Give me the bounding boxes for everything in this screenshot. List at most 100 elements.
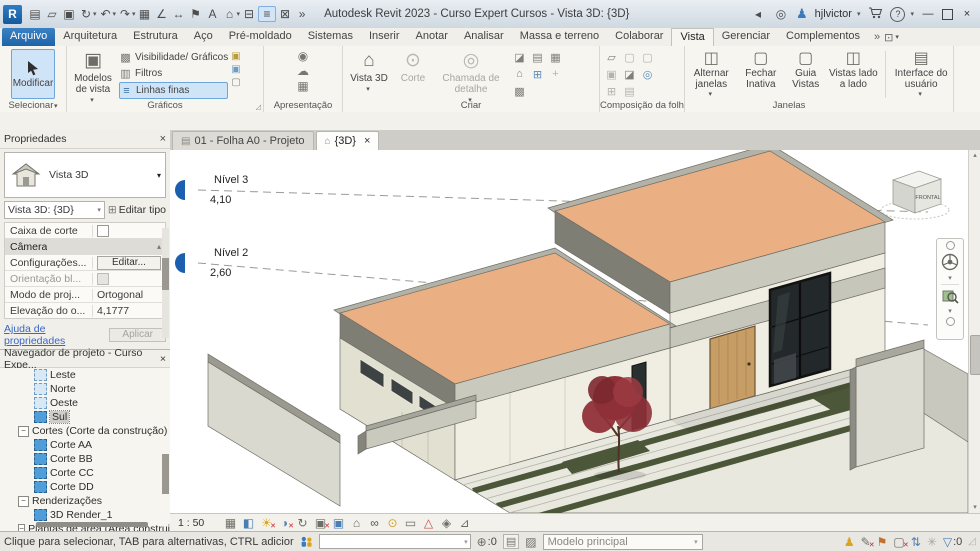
user-avatar-icon[interactable]: ♟ [796, 6, 808, 22]
modify-button[interactable]: Modificar [11, 49, 55, 99]
collapse-icon[interactable]: − [18, 496, 29, 507]
browser-item-leste[interactable]: Leste [0, 368, 170, 382]
minimize-button[interactable]: — [921, 8, 935, 20]
detail-level-icon[interactable]: ▦ [223, 516, 238, 530]
redo-icon[interactable]: ↷ [117, 7, 133, 21]
editar-button[interactable]: Editar... [97, 256, 161, 270]
collapse-icon[interactable]: − [18, 524, 25, 532]
search-collapse-icon[interactable]: ◂ [750, 7, 766, 21]
level-2-label[interactable]: Nível 2 [214, 247, 248, 259]
scope-box-icon[interactable]: + [547, 68, 564, 84]
tab-inserir[interactable]: Inserir [361, 28, 408, 46]
browser-item-sul[interactable]: Sul [0, 410, 170, 424]
sync-dropdown-icon[interactable]: ▾ [93, 10, 97, 18]
pin-icon[interactable]: ⚑ [877, 535, 888, 549]
view-reference-icon[interactable]: ▤ [621, 85, 638, 101]
navbar-top-icon[interactable] [946, 241, 955, 250]
wheel-dropdown-icon[interactable]: ▾ [948, 274, 952, 282]
render-gallery-icon[interactable]: ▦ [297, 79, 308, 93]
redo-dropdown-icon[interactable]: ▾ [132, 10, 136, 18]
house-model[interactable] [208, 150, 968, 513]
tab-colaborar[interactable]: Colaborar [607, 28, 671, 46]
property-row[interactable]: Modo de proj... Ortogonal [5, 287, 165, 303]
design-options-icon[interactable]: ▨ [525, 535, 536, 549]
browser-vertical-scrollbar[interactable] [162, 454, 169, 494]
browser-group-renderizacoes[interactable]: −Renderizações [0, 494, 170, 508]
render-in-cloud-icon[interactable]: ☁ [297, 64, 309, 78]
properties-scrollbar[interactable] [162, 228, 169, 338]
browser-item-corte-bb[interactable]: Corte BB [0, 452, 170, 466]
scale-button[interactable]: 1 : 50 [178, 517, 220, 529]
properties-icon[interactable]: ▤ [27, 7, 43, 21]
legends-icon[interactable]: ▩ [511, 85, 528, 101]
property-row[interactable]: Caixa de corte [5, 223, 165, 239]
tab-arquitetura[interactable]: Arquitetura [55, 28, 125, 46]
drafting-view-icon[interactable]: ▤ [529, 51, 546, 67]
view-tab-sheet[interactable]: ▤ 01 - Folha A0 - Projeto [172, 131, 314, 150]
selecionar-dropdown-icon[interactable]: ▾ [54, 103, 58, 110]
visibility-graphics-button[interactable]: ▩ Visibilidade/ Gráficos [119, 50, 228, 65]
graphic-display-options-icon[interactable]: ▣ [231, 51, 240, 62]
chamada-de-detalhe-button[interactable]: ◎ Chamada de detalhe ▾ [434, 49, 508, 100]
open-icon[interactable]: ▱ [44, 7, 60, 21]
caixa-de-corte-checkbox[interactable] [97, 225, 109, 237]
shadows-icon[interactable]: ◑✕ [277, 516, 292, 530]
type-selector[interactable]: Vista 3D ▾ [4, 152, 166, 198]
ribbon-display-toggle-icon[interactable]: ⊡ [884, 31, 893, 44]
type-selector-dropdown-icon[interactable]: ▾ [157, 171, 161, 180]
switch-windows-button[interactable]: ◫ Alternar janelas ▾ [688, 49, 735, 100]
graficos-dialog-launcher-icon[interactable]: ◿ [256, 103, 261, 111]
rendering-dialog-icon[interactable]: ↻ [295, 516, 310, 530]
elevation-icon[interactable]: ⌂ [511, 68, 528, 84]
section-icon[interactable]: ⊟ [241, 7, 257, 21]
close-inactive-views-icon[interactable]: ⊠ [277, 7, 293, 21]
properties-help-link[interactable]: Ajuda de propriedades [4, 323, 109, 347]
panel-label-selecionar[interactable]: Selecionar [8, 100, 53, 111]
edit-type-button[interactable]: ⊞ Editar tipo [108, 204, 166, 216]
level-3-elevation[interactable]: 4,10 [210, 194, 231, 206]
locked-3d-view-icon[interactable]: ⌂ [349, 516, 364, 530]
analytical-model-icon[interactable]: △ [421, 516, 436, 530]
help-dropdown-icon[interactable]: ▾ [910, 10, 914, 18]
duplicate-view-icon[interactable]: ⊞ [529, 68, 546, 84]
sheet-icon[interactable]: ▱ [603, 51, 620, 67]
temporary-hide-isolate-icon[interactable]: ∞ [367, 516, 382, 530]
settings-gear-icon[interactable]: ✳ [927, 535, 937, 549]
browser-item-oeste[interactable]: Oeste [0, 396, 170, 410]
browser-item-3d-render-1[interactable]: 3D Render_1 [0, 508, 170, 522]
design-option-select[interactable]: Modelo principal ▾ [543, 534, 703, 550]
scroll-up-icon[interactable]: ▴ [969, 150, 980, 161]
visual-style-icon[interactable]: ◧ [241, 516, 256, 530]
property-row[interactable]: Configurações... Editar... [5, 255, 165, 271]
highlight-displacement-sets-icon[interactable]: ◈ [439, 516, 454, 530]
tab-gerenciar[interactable]: Gerenciar [714, 28, 778, 46]
dimension-icon[interactable]: ↔ [171, 7, 187, 21]
tab-analisar[interactable]: Analisar [456, 28, 512, 46]
corte-button[interactable]: ⊙ Corte [395, 49, 431, 100]
tab-views-button[interactable]: ▢ Guia Vistas [787, 49, 824, 100]
viewcube[interactable]: FRONTAL [875, 158, 959, 230]
steering-wheel-icon[interactable] [940, 252, 960, 272]
thin-lines-icon[interactable]: ≡ [258, 6, 276, 22]
default-3d-view-icon[interactable]: ⌂ [222, 7, 238, 21]
render-icon[interactable]: ◉ [298, 49, 308, 63]
signed-in-user[interactable]: hjlvictor [815, 8, 852, 20]
sun-path-icon[interactable]: ☀✕ [259, 516, 274, 530]
user-dropdown-icon[interactable]: ▾ [857, 10, 861, 18]
close-button[interactable]: × [960, 8, 974, 20]
plan-views-icon[interactable]: ◪ [511, 51, 528, 67]
undo-icon[interactable]: ↶ [98, 7, 114, 21]
canvas-vertical-scrollbar[interactable]: ▴ ▾ [968, 150, 980, 513]
tab-complementos[interactable]: Complementos [778, 28, 868, 46]
view-dropdown-icon[interactable]: ▾ [237, 10, 241, 18]
tab-estrutura[interactable]: Estrutura [125, 28, 186, 46]
view-tab-close-icon[interactable]: × [364, 135, 370, 147]
guide-grid-icon[interactable]: ▣ [603, 68, 620, 84]
restore-button[interactable] [942, 9, 953, 20]
navbar-bottom-icon[interactable] [946, 317, 955, 326]
depth-cueing-icon[interactable]: ▣ [231, 64, 240, 75]
text-icon[interactable]: A [205, 7, 221, 21]
browser-item-corte-dd[interactable]: Corte DD [0, 480, 170, 494]
tab-massa-e-terreno[interactable]: Massa e terreno [512, 28, 607, 46]
crop-view-icon[interactable]: ▣✕ [313, 516, 328, 530]
